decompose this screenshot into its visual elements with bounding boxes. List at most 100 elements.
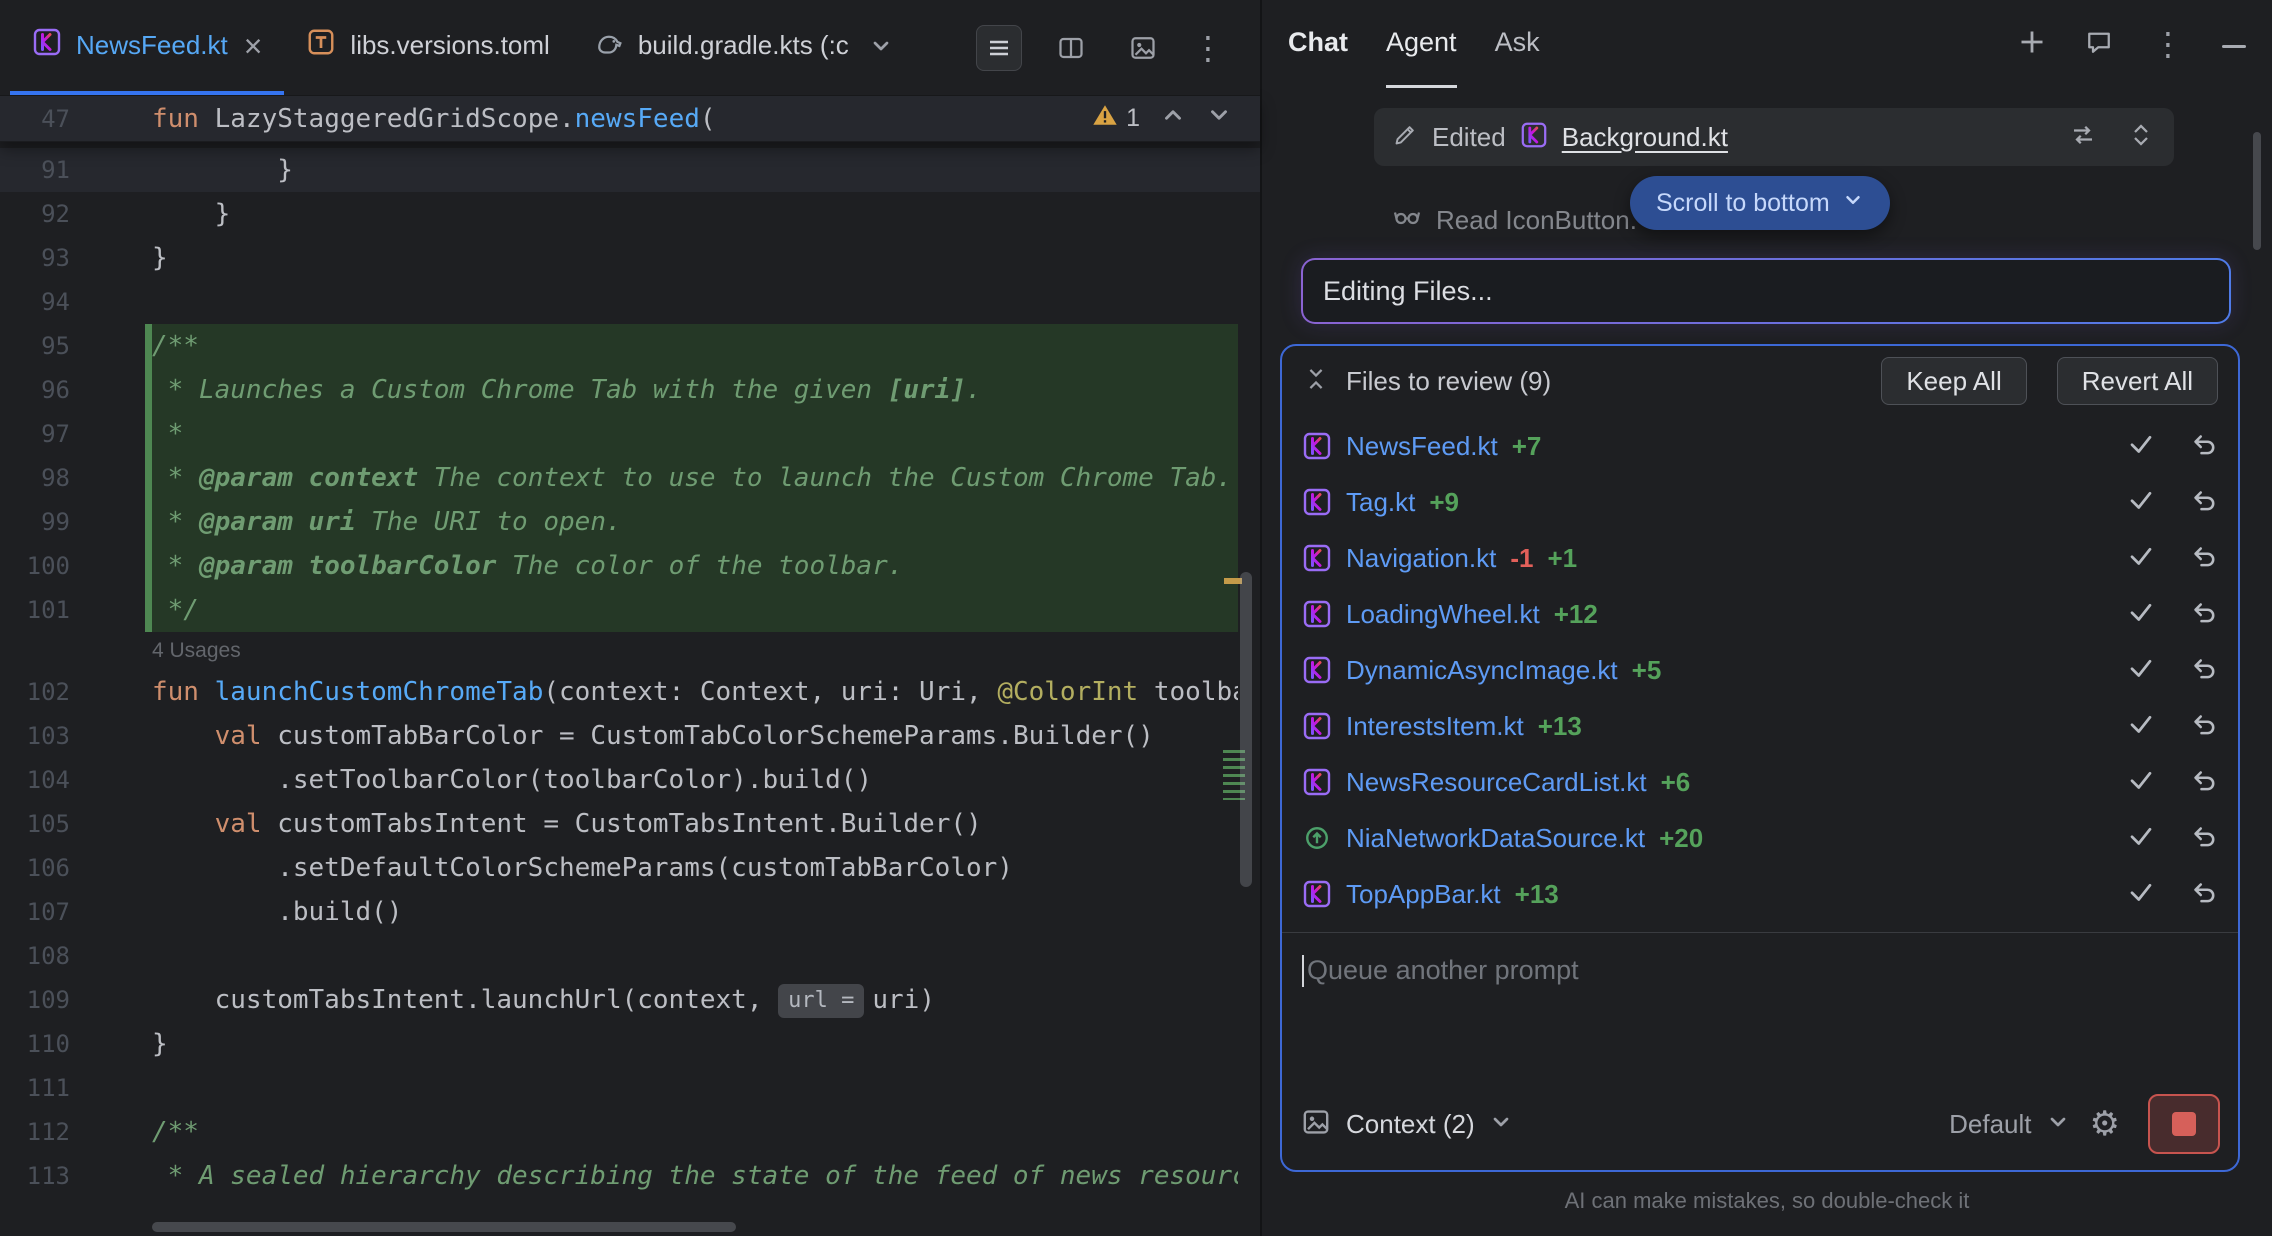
code-line[interactable]: 99 * @param uri The URI to open. <box>0 500 1260 544</box>
chat-history-icon[interactable] <box>2084 27 2114 62</box>
revert-file-icon[interactable] <box>2188 821 2218 856</box>
sticky-context-line[interactable]: 47 fun LazyStaggeredGridScope.newsFeed( … <box>0 96 1260 142</box>
revert-file-icon[interactable] <box>2188 765 2218 800</box>
line-number[interactable]: 109 <box>0 978 70 1022</box>
line-number[interactable]: 96 <box>0 368 70 412</box>
code-line[interactable]: 111 <box>0 1066 1260 1110</box>
line-number[interactable]: 110 <box>0 1022 70 1066</box>
code-line[interactable]: 108 <box>0 934 1260 978</box>
keep-all-button[interactable]: Keep All <box>1881 357 2026 405</box>
code-line[interactable]: 110} <box>0 1022 1260 1066</box>
tab-ask[interactable]: Ask <box>1495 0 1540 88</box>
accept-check-icon[interactable] <box>2126 821 2156 856</box>
model-selector[interactable]: Default <box>1949 1109 2031 1140</box>
code-line[interactable]: 102fun launchCustomChromeTab(context: Co… <box>0 670 1260 714</box>
line-number[interactable]: 98 <box>0 456 70 500</box>
diff-icon[interactable] <box>2068 120 2098 155</box>
line-number[interactable]: 91 <box>0 148 70 192</box>
code-line[interactable]: 113 * A sealed hierarchy describing the … <box>0 1154 1260 1198</box>
code-line[interactable]: 92 } <box>0 192 1260 236</box>
code-line[interactable]: 103 val customTabBarColor = CustomTabCol… <box>0 714 1260 758</box>
chevron-up-icon[interactable] <box>1160 102 1186 135</box>
accept-check-icon[interactable] <box>2126 765 2156 800</box>
revert-file-icon[interactable] <box>2188 541 2218 576</box>
revert-file-icon[interactable] <box>2188 597 2218 632</box>
line-number[interactable]: 100 <box>0 544 70 588</box>
revert-file-icon[interactable] <box>2188 429 2218 464</box>
accept-check-icon[interactable] <box>2126 877 2156 912</box>
line-number[interactable]: 93 <box>0 236 70 280</box>
revert-file-icon[interactable] <box>2188 709 2218 744</box>
code-line[interactable]: 112/** <box>0 1110 1260 1154</box>
scroll-to-bottom-button[interactable]: Scroll to bottom <box>1630 176 1890 230</box>
gear-icon[interactable]: ⚙ <box>2090 1107 2120 1141</box>
chevron-down-icon[interactable] <box>1489 1110 1513 1139</box>
file-review-row[interactable]: DynamicAsyncImage.kt+5 <box>1282 642 2238 698</box>
file-review-row[interactable]: InterestsItem.kt+13 <box>1282 698 2238 754</box>
code-line[interactable]: 107 .build() <box>0 890 1260 934</box>
edited-file-row[interactable]: Edited Background.kt <box>1374 108 2174 166</box>
editor-horizontal-scrollbar[interactable] <box>152 1222 736 1232</box>
line-number[interactable]: 111 <box>0 1066 70 1110</box>
edited-file-link[interactable]: Background.kt <box>1562 122 1728 153</box>
expand-collapse-icon[interactable] <box>2126 120 2156 155</box>
code-line[interactable]: 91 } <box>0 148 1260 192</box>
line-number[interactable]: 112 <box>0 1110 70 1154</box>
tab-newsfeed[interactable]: NewsFeed.kt × <box>10 0 284 95</box>
revert-file-icon[interactable] <box>2188 485 2218 520</box>
code-line[interactable]: 95/** <box>0 324 1260 368</box>
line-number[interactable]: 99 <box>0 500 70 544</box>
read-file-row[interactable]: Read IconButton. <box>1392 200 1637 240</box>
code-line[interactable]: 96 * Launches a Custom Chrome Tab with t… <box>0 368 1260 412</box>
file-link[interactable]: DynamicAsyncImage.kt <box>1346 655 1618 686</box>
close-icon[interactable]: × <box>244 30 263 62</box>
file-review-row[interactable]: NewsFeed.kt+7 <box>1282 418 2238 474</box>
code-line[interactable]: 106 .setDefaultColorSchemeParams(customT… <box>0 846 1260 890</box>
prompt-input[interactable]: Queue another prompt <box>1282 933 2238 1088</box>
code-line[interactable]: 100 * @param toolbarColor The color of t… <box>0 544 1260 588</box>
line-number[interactable]: 107 <box>0 890 70 934</box>
file-link[interactable]: LoadingWheel.kt <box>1346 599 1540 630</box>
stop-button[interactable] <box>2148 1094 2220 1154</box>
file-review-row[interactable]: NiaNetworkDataSource.kt+20 <box>1282 810 2238 866</box>
tab-libs-versions[interactable]: libs.versions.toml <box>284 0 571 95</box>
code-line[interactable]: 109 customTabsIntent.launchUrl(context, … <box>0 978 1260 1022</box>
code-editor[interactable]: 91 }92 }93}9495/**96 * Launches a Custom… <box>0 142 1260 1236</box>
line-number[interactable]: 101 <box>0 588 70 632</box>
line-number[interactable]: 108 <box>0 934 70 978</box>
tab-agent[interactable]: Agent <box>1386 0 1457 88</box>
accept-check-icon[interactable] <box>2126 541 2156 576</box>
usages-hint[interactable]: 4 Usages <box>152 632 1260 670</box>
structure-view-icon[interactable] <box>976 25 1022 71</box>
tab-chat[interactable]: Chat <box>1288 0 1348 88</box>
new-chat-icon[interactable] <box>2018 28 2046 61</box>
collapse-all-icon[interactable] <box>1302 365 1330 398</box>
file-link[interactable]: Tag.kt <box>1346 487 1415 518</box>
accept-check-icon[interactable] <box>2126 597 2156 632</box>
code-line[interactable]: 105 val customTabsIntent = CustomTabsInt… <box>0 802 1260 846</box>
file-link[interactable]: NewsResourceCardList.kt <box>1346 767 1647 798</box>
revert-file-icon[interactable] <box>2188 653 2218 688</box>
line-number[interactable]: 103 <box>0 714 70 758</box>
image-preview-icon[interactable] <box>1120 25 1166 71</box>
code-line[interactable]: 94 <box>0 280 1260 324</box>
chevron-down-icon[interactable] <box>1206 102 1232 135</box>
line-number[interactable]: 104 <box>0 758 70 802</box>
line-number[interactable]: 113 <box>0 1154 70 1198</box>
split-editor-icon[interactable] <box>1048 25 1094 71</box>
file-link[interactable]: InterestsItem.kt <box>1346 711 1524 742</box>
add-image-icon[interactable] <box>1300 1106 1332 1143</box>
accept-check-icon[interactable] <box>2126 485 2156 520</box>
chevron-down-icon[interactable] <box>869 34 893 58</box>
code-line[interactable]: 93} <box>0 236 1260 280</box>
kebab-menu-icon[interactable]: ⋮ <box>2152 28 2184 60</box>
file-link[interactable]: TopAppBar.kt <box>1346 879 1501 910</box>
accept-check-icon[interactable] <box>2126 653 2156 688</box>
chevron-down-icon[interactable] <box>2046 1110 2070 1139</box>
file-review-row[interactable]: LoadingWheel.kt+12 <box>1282 586 2238 642</box>
revert-all-button[interactable]: Revert All <box>2057 357 2218 405</box>
line-number[interactable]: 97 <box>0 412 70 456</box>
kebab-menu-icon[interactable]: ⋮ <box>1192 32 1224 64</box>
code-line[interactable]: 97 * <box>0 412 1260 456</box>
file-review-row[interactable]: Tag.kt+9 <box>1282 474 2238 530</box>
